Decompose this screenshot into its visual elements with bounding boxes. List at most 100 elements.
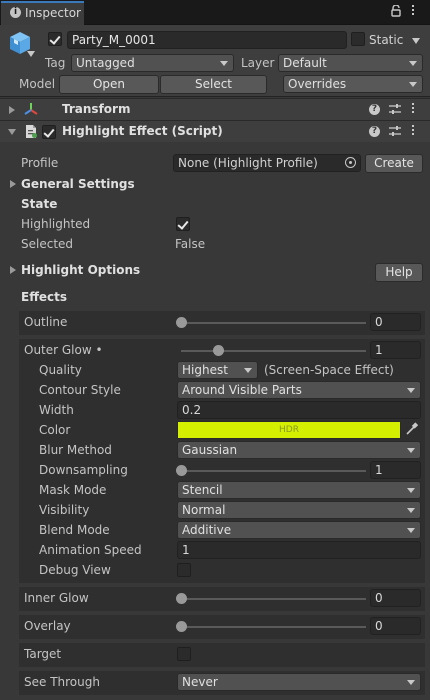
overlay-value-field[interactable]: 0 xyxy=(370,617,421,635)
contour-style-value: Around Visible Parts xyxy=(182,383,302,397)
width-label: Width xyxy=(39,403,74,417)
general-settings-foldout[interactable]: General Settings xyxy=(21,176,135,192)
layer-dropdown[interactable]: Default xyxy=(278,54,423,72)
tag-dropdown[interactable]: Untagged xyxy=(71,54,234,72)
selected-label: Selected xyxy=(21,237,74,251)
downsampling-slider-track[interactable] xyxy=(181,470,366,472)
transform-title: Transform xyxy=(62,102,131,116)
blend-mode-dropdown[interactable]: Additive xyxy=(177,521,421,539)
visibility-label: Visibility xyxy=(39,503,90,517)
transform-expand-arrow[interactable] xyxy=(9,106,15,114)
contour-style-label: Contour Style xyxy=(39,383,121,397)
outline-value-field[interactable]: 0 xyxy=(370,313,421,331)
highlight-title: Highlight Effect (Script) xyxy=(62,124,223,138)
inner-glow-slider-track[interactable] xyxy=(181,598,366,600)
highlight-options-arrow[interactable] xyxy=(10,266,16,274)
inner-glow-slider-knob[interactable] xyxy=(175,593,187,604)
preset-sliders-icon[interactable] xyxy=(389,103,401,115)
overlay-slider-track[interactable] xyxy=(181,626,366,628)
downsampling-label: Downsampling xyxy=(39,463,128,477)
static-dropdown-arrow[interactable] xyxy=(412,38,420,44)
general-settings-arrow[interactable] xyxy=(10,180,16,188)
highlighted-label: Highlighted xyxy=(21,217,91,231)
tag-value: Untagged xyxy=(76,56,135,70)
see-through-value: Never xyxy=(182,675,218,689)
overlay-label: Overlay xyxy=(24,619,71,633)
static-checkbox[interactable] xyxy=(351,32,365,46)
help-icon[interactable]: ? xyxy=(369,104,380,115)
outer-glow-slider-knob[interactable] xyxy=(212,345,224,356)
highlight-options-foldout[interactable]: Highlight Options xyxy=(21,262,140,278)
color-label: Color xyxy=(39,423,71,437)
eyedropper-icon[interactable] xyxy=(405,422,419,436)
highlight-enabled-checkbox[interactable] xyxy=(42,125,56,139)
downsampling-value-field[interactable]: 1 xyxy=(370,461,421,479)
quality-note: (Screen-Space Effect) xyxy=(264,363,394,377)
see-through-label: See Through xyxy=(24,675,100,689)
visibility-value: Normal xyxy=(182,503,226,517)
mask-mode-value: Stencil xyxy=(182,483,223,497)
see-through-dropdown[interactable]: Never xyxy=(177,673,421,691)
outline-slider-track[interactable] xyxy=(181,322,366,324)
target-checkbox[interactable] xyxy=(177,647,191,661)
active-checkbox[interactable] xyxy=(48,32,62,46)
prefab-dropdown-arrow[interactable] xyxy=(27,51,35,57)
downsampling-slider-knob[interactable] xyxy=(175,465,187,476)
lock-icon[interactable] xyxy=(391,4,401,17)
quality-dropdown[interactable]: Highest xyxy=(177,361,258,379)
info-icon: i xyxy=(10,7,21,18)
outer-glow-slider-track[interactable] xyxy=(181,350,366,352)
object-name-field[interactable]: Party_M_0001 xyxy=(67,31,347,49)
inner-glow-value-field[interactable]: 0 xyxy=(370,589,421,607)
mask-mode-label: Mask Mode xyxy=(39,483,107,497)
blur-method-label: Blur Method xyxy=(39,443,112,457)
quality-value: Highest xyxy=(182,363,228,377)
outer-glow-label: Outer Glow • xyxy=(24,343,103,357)
transform-axis-icon xyxy=(24,102,38,116)
blur-method-dropdown[interactable]: Gaussian xyxy=(177,441,421,459)
select-button[interactable]: Select xyxy=(160,75,267,94)
overrides-dropdown[interactable]: Overrides xyxy=(283,75,423,93)
animation-speed-field[interactable]: 1 xyxy=(177,541,421,559)
hdr-label: HDR xyxy=(279,425,299,435)
blend-mode-label: Blend Mode xyxy=(39,523,110,537)
profile-value: None (Highlight Profile) xyxy=(178,156,318,170)
quality-label: Quality xyxy=(39,363,82,377)
inner-glow-label: Inner Glow xyxy=(24,591,89,605)
preset-sliders-icon[interactable] xyxy=(389,125,401,137)
visibility-dropdown[interactable]: Normal xyxy=(177,501,421,519)
tab-inspector[interactable]: i Inspector xyxy=(1,1,84,25)
object-picker-icon[interactable] xyxy=(345,157,356,168)
profile-object-field[interactable]: None (Highlight Profile) xyxy=(173,154,361,172)
model-label: Model xyxy=(19,77,56,91)
overlay-slider-knob[interactable] xyxy=(175,621,187,632)
help-icon[interactable]: ? xyxy=(369,126,380,137)
outline-slider-knob[interactable] xyxy=(175,317,187,328)
overrides-value: Overrides xyxy=(288,77,347,91)
outer-glow-value-field[interactable]: 1 xyxy=(370,341,421,359)
effects-heading: Effects xyxy=(21,290,68,304)
component-menu-icon[interactable] xyxy=(410,101,416,115)
mask-mode-dropdown[interactable]: Stencil xyxy=(177,481,421,499)
contour-style-dropdown[interactable]: Around Visible Parts xyxy=(177,381,421,399)
create-button[interactable]: Create xyxy=(365,154,423,173)
color-swatch[interactable]: HDR xyxy=(177,421,401,439)
animation-speed-label: Animation Speed xyxy=(39,543,142,557)
target-section xyxy=(19,643,425,667)
outline-label: Outline xyxy=(24,315,68,329)
target-label: Target xyxy=(24,647,62,661)
width-field[interactable]: 0.2 xyxy=(177,401,421,419)
transform-header[interactable]: Transform ? xyxy=(0,98,430,120)
static-label: Static xyxy=(369,33,404,47)
component-menu-icon[interactable] xyxy=(410,123,416,137)
layer-label: Layer xyxy=(241,56,275,70)
help-button[interactable]: Help xyxy=(375,263,423,282)
blend-mode-value: Additive xyxy=(182,523,232,537)
open-button[interactable]: Open xyxy=(59,75,159,94)
debug-view-checkbox[interactable] xyxy=(177,563,191,577)
highlight-expand-arrow[interactable] xyxy=(8,129,16,135)
highlight-effect-header[interactable]: Highlight Effect (Script) ? xyxy=(0,120,430,142)
layer-value: Default xyxy=(283,56,327,70)
highlighted-checkbox[interactable] xyxy=(176,217,190,231)
kebab-menu-icon[interactable] xyxy=(410,3,416,17)
